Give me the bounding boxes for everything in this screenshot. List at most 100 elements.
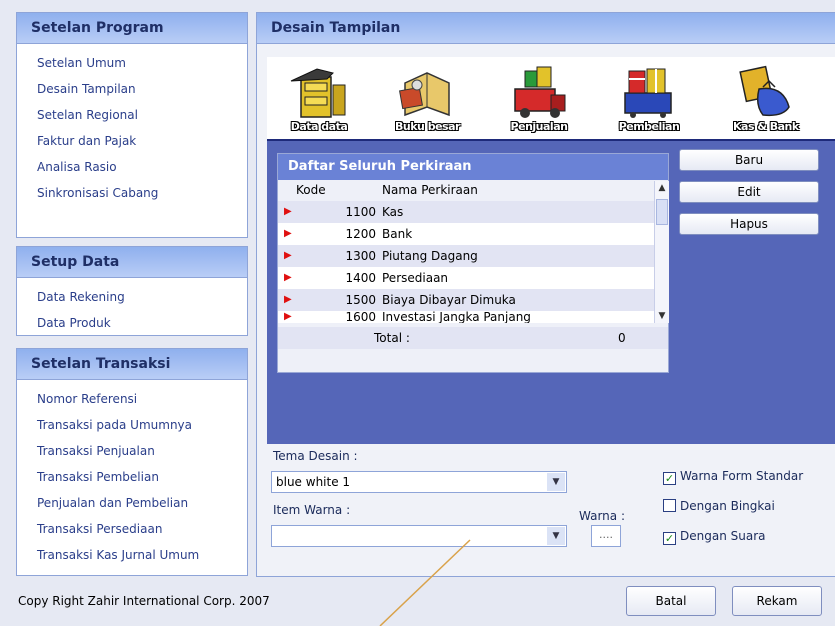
nav-transaksi-pembelian[interactable]: Transaksi Pembelian [37,464,247,490]
nav-setelan-regional[interactable]: Setelan Regional [37,102,247,128]
grid-scrollbar[interactable]: ▲ ▼ [654,181,669,323]
row-code: 1200 [345,227,376,241]
scroll-thumb[interactable] [656,199,668,225]
panel-title: Setelan Transaksi [17,349,247,380]
table-row[interactable]: ▶ 1200 Bank [278,223,654,245]
check-icon [663,499,676,512]
table-row[interactable]: ▶ 1100 Kas [278,201,654,223]
nav-sinkronisasi-cabang[interactable]: Sinkronisasi Cabang [37,180,247,206]
row-name: Kas [382,205,404,219]
preview-toolbar: Data data Buku besar Penjualan Pembelian… [267,57,835,141]
tool-data-data[interactable]: Data data [287,63,351,135]
nav-transaksi-umumnya[interactable]: Transaksi pada Umumnya [37,412,247,438]
row-marker-icon: ▶ [284,228,292,239]
copyright-text: Copy Right Zahir International Corp. 200… [18,594,270,608]
nav-nomor-referensi[interactable]: Nomor Referensi [37,386,247,412]
nav-data-produk[interactable]: Data Produk [37,310,247,336]
rekam-button[interactable]: Rekam [732,586,822,616]
nav-setelan-umum[interactable]: Setelan Umum [37,50,247,76]
row-name: Bank [382,227,413,241]
checkbox-dengan-bingkai[interactable]: Dengan Bingkai [663,499,775,513]
hapus-button[interactable]: Hapus [679,213,819,235]
tool-label: Penjualan [510,120,568,133]
row-name: Investasi Jangka Panjang [382,311,531,323]
row-name: Persediaan [382,271,449,285]
tool-pembelian[interactable]: Pembelian [617,63,681,135]
chevron-down-icon[interactable]: ▼ [547,527,565,545]
total-value: 0 [618,331,626,345]
table-row[interactable]: ▶ 1400 Persediaan [278,267,654,289]
chevron-down-icon[interactable]: ▼ [547,473,565,491]
row-marker-icon: ▶ [284,250,292,261]
row-marker-icon: ▶ [284,272,292,283]
checkbox-label: Dengan Bingkai [680,499,775,513]
grid-header: Kode Nama Perkiraan [278,181,654,201]
color-picker-button[interactable]: .... [591,525,621,547]
row-marker-icon: ▶ [284,294,292,305]
panel-title: Setup Data [17,247,247,278]
grid-title: Daftar Seluruh Perkiraan [278,154,668,180]
tool-buku-besar[interactable]: Buku besar [395,63,460,135]
row-marker-icon: ▶ [284,206,292,217]
row-code: 1400 [345,271,376,285]
panel-setelan-program: Setelan Program Setelan Umum Desain Tamp… [16,12,248,238]
item-warna-label: Item Warna : [273,503,351,517]
tool-label: Kas & Bank [733,120,799,133]
table-row[interactable]: ▶ 1500 Biaya Dibayar Dimuka [278,289,654,311]
scroll-down-icon[interactable]: ▼ [655,309,669,323]
row-marker-icon: ▶ [284,311,292,322]
nav-transaksi-kas-jurnal[interactable]: Transaksi Kas Jurnal Umum [37,542,247,568]
panel-setelan-transaksi: Setelan Transaksi Nomor Referensi Transa… [16,348,248,576]
nav-transaksi-persediaan[interactable]: Transaksi Persediaan [37,516,247,542]
sales-truck-icon [514,66,566,118]
scroll-up-icon[interactable]: ▲ [655,181,669,195]
total-label: Total : [374,331,410,345]
tool-label: Buku besar [395,120,460,133]
nav-data-rekening[interactable]: Data Rekening [37,284,247,310]
row-code: 1500 [345,293,376,307]
warna-label: Warna : [579,509,625,523]
check-icon: ✓ [663,472,676,485]
checkbox-dengan-suara[interactable]: ✓ Dengan Suara [663,529,765,545]
main-title: Desain Tampilan [257,13,835,44]
tema-desain-label: Tema Desain : [273,449,358,463]
table-row[interactable]: ▶ 1600 Investasi Jangka Panjang [278,311,654,323]
check-icon: ✓ [663,532,676,545]
grid-total-row: Total : 0 [278,327,668,349]
panel-setup-data: Setup Data Data Rekening Data Produk [16,246,248,336]
panel-title: Setelan Program [17,13,247,44]
money-bag-icon [739,65,790,117]
tema-desain-value: blue white 1 [276,475,351,489]
tema-desain-select[interactable]: blue white 1 ▼ [271,471,567,493]
baru-button[interactable]: Baru [679,149,819,171]
row-name: Biaya Dibayar Dimuka [382,293,516,307]
row-code: 1600 [345,311,376,323]
col-kode: Kode [296,183,326,197]
gift-cart-icon [624,68,672,118]
nav-desain-tampilan[interactable]: Desain Tampilan [37,76,247,102]
ledger-icon [399,72,450,117]
edit-button[interactable]: Edit [679,181,819,203]
cabinet-icon [290,68,346,118]
batal-button[interactable]: Batal [626,586,716,616]
settings-window: Setelan Program Setelan Umum Desain Tamp… [0,0,835,580]
tool-label: Data data [290,120,348,133]
checkbox-warna-form-standar[interactable]: ✓ Warna Form Standar [663,469,803,485]
nav-penjualan-pembelian[interactable]: Penjualan dan Pembelian [37,490,247,516]
table-row[interactable]: ▶ 1300 Piutang Dagang [278,245,654,267]
nav-transaksi-penjualan[interactable]: Transaksi Penjualan [37,438,247,464]
tool-label: Pembelian [618,120,680,133]
theme-preview: Data data Buku besar Penjualan Pembelian… [267,57,835,444]
nav-faktur-dan-pajak[interactable]: Faktur dan Pajak [37,128,247,154]
checkbox-label: Dengan Suara [680,529,766,543]
tool-penjualan[interactable]: Penjualan [507,63,571,135]
row-code: 1300 [345,249,376,263]
nav-analisa-rasio[interactable]: Analisa Rasio [37,154,247,180]
checkbox-label: Warna Form Standar [680,469,804,483]
row-name: Piutang Dagang [382,249,478,263]
tool-kas-bank[interactable]: Kas & Bank [733,63,799,135]
account-grid: Daftar Seluruh Perkiraan Kode Nama Perki… [277,153,669,373]
desain-tampilan-panel: Desain Tampilan Data data Buku besar Pen… [256,12,835,577]
row-code: 1100 [345,205,376,219]
col-nama-perkiraan: Nama Perkiraan [382,183,478,197]
